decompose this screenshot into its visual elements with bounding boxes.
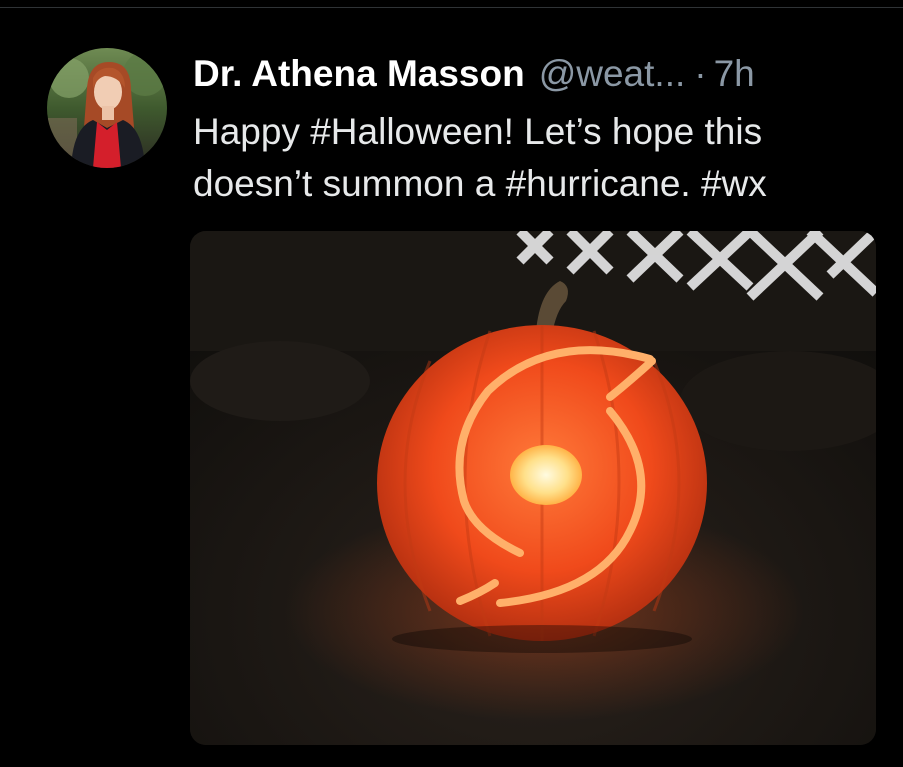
- tweet-timestamp[interactable]: 7h: [714, 48, 755, 100]
- hurricane-pumpkin-photo-icon: [190, 231, 876, 745]
- timeline: Dr. Athena Masson @weat... · 7h Happy #H…: [0, 0, 903, 767]
- tweet[interactable]: Dr. Athena Masson @weat... · 7h Happy #H…: [0, 8, 903, 767]
- author-handle[interactable]: @weat...: [539, 48, 686, 100]
- separator-dot: ·: [694, 53, 707, 94]
- profile-photo-icon: [47, 48, 167, 168]
- tweet-text-line: doesn’t summon a #hurricane. #wx: [193, 163, 767, 204]
- tweet-text: Happy #Halloween! Let’s hope this doesn’…: [193, 106, 883, 210]
- avatar[interactable]: [47, 48, 167, 168]
- tweet-header: Dr. Athena Masson @weat... · 7h: [193, 48, 755, 100]
- author-display-name[interactable]: Dr. Athena Masson: [193, 48, 525, 100]
- tweet-media-photo[interactable]: [190, 231, 876, 745]
- tweet-text-line: Happy #Halloween! Let’s hope this: [193, 111, 763, 152]
